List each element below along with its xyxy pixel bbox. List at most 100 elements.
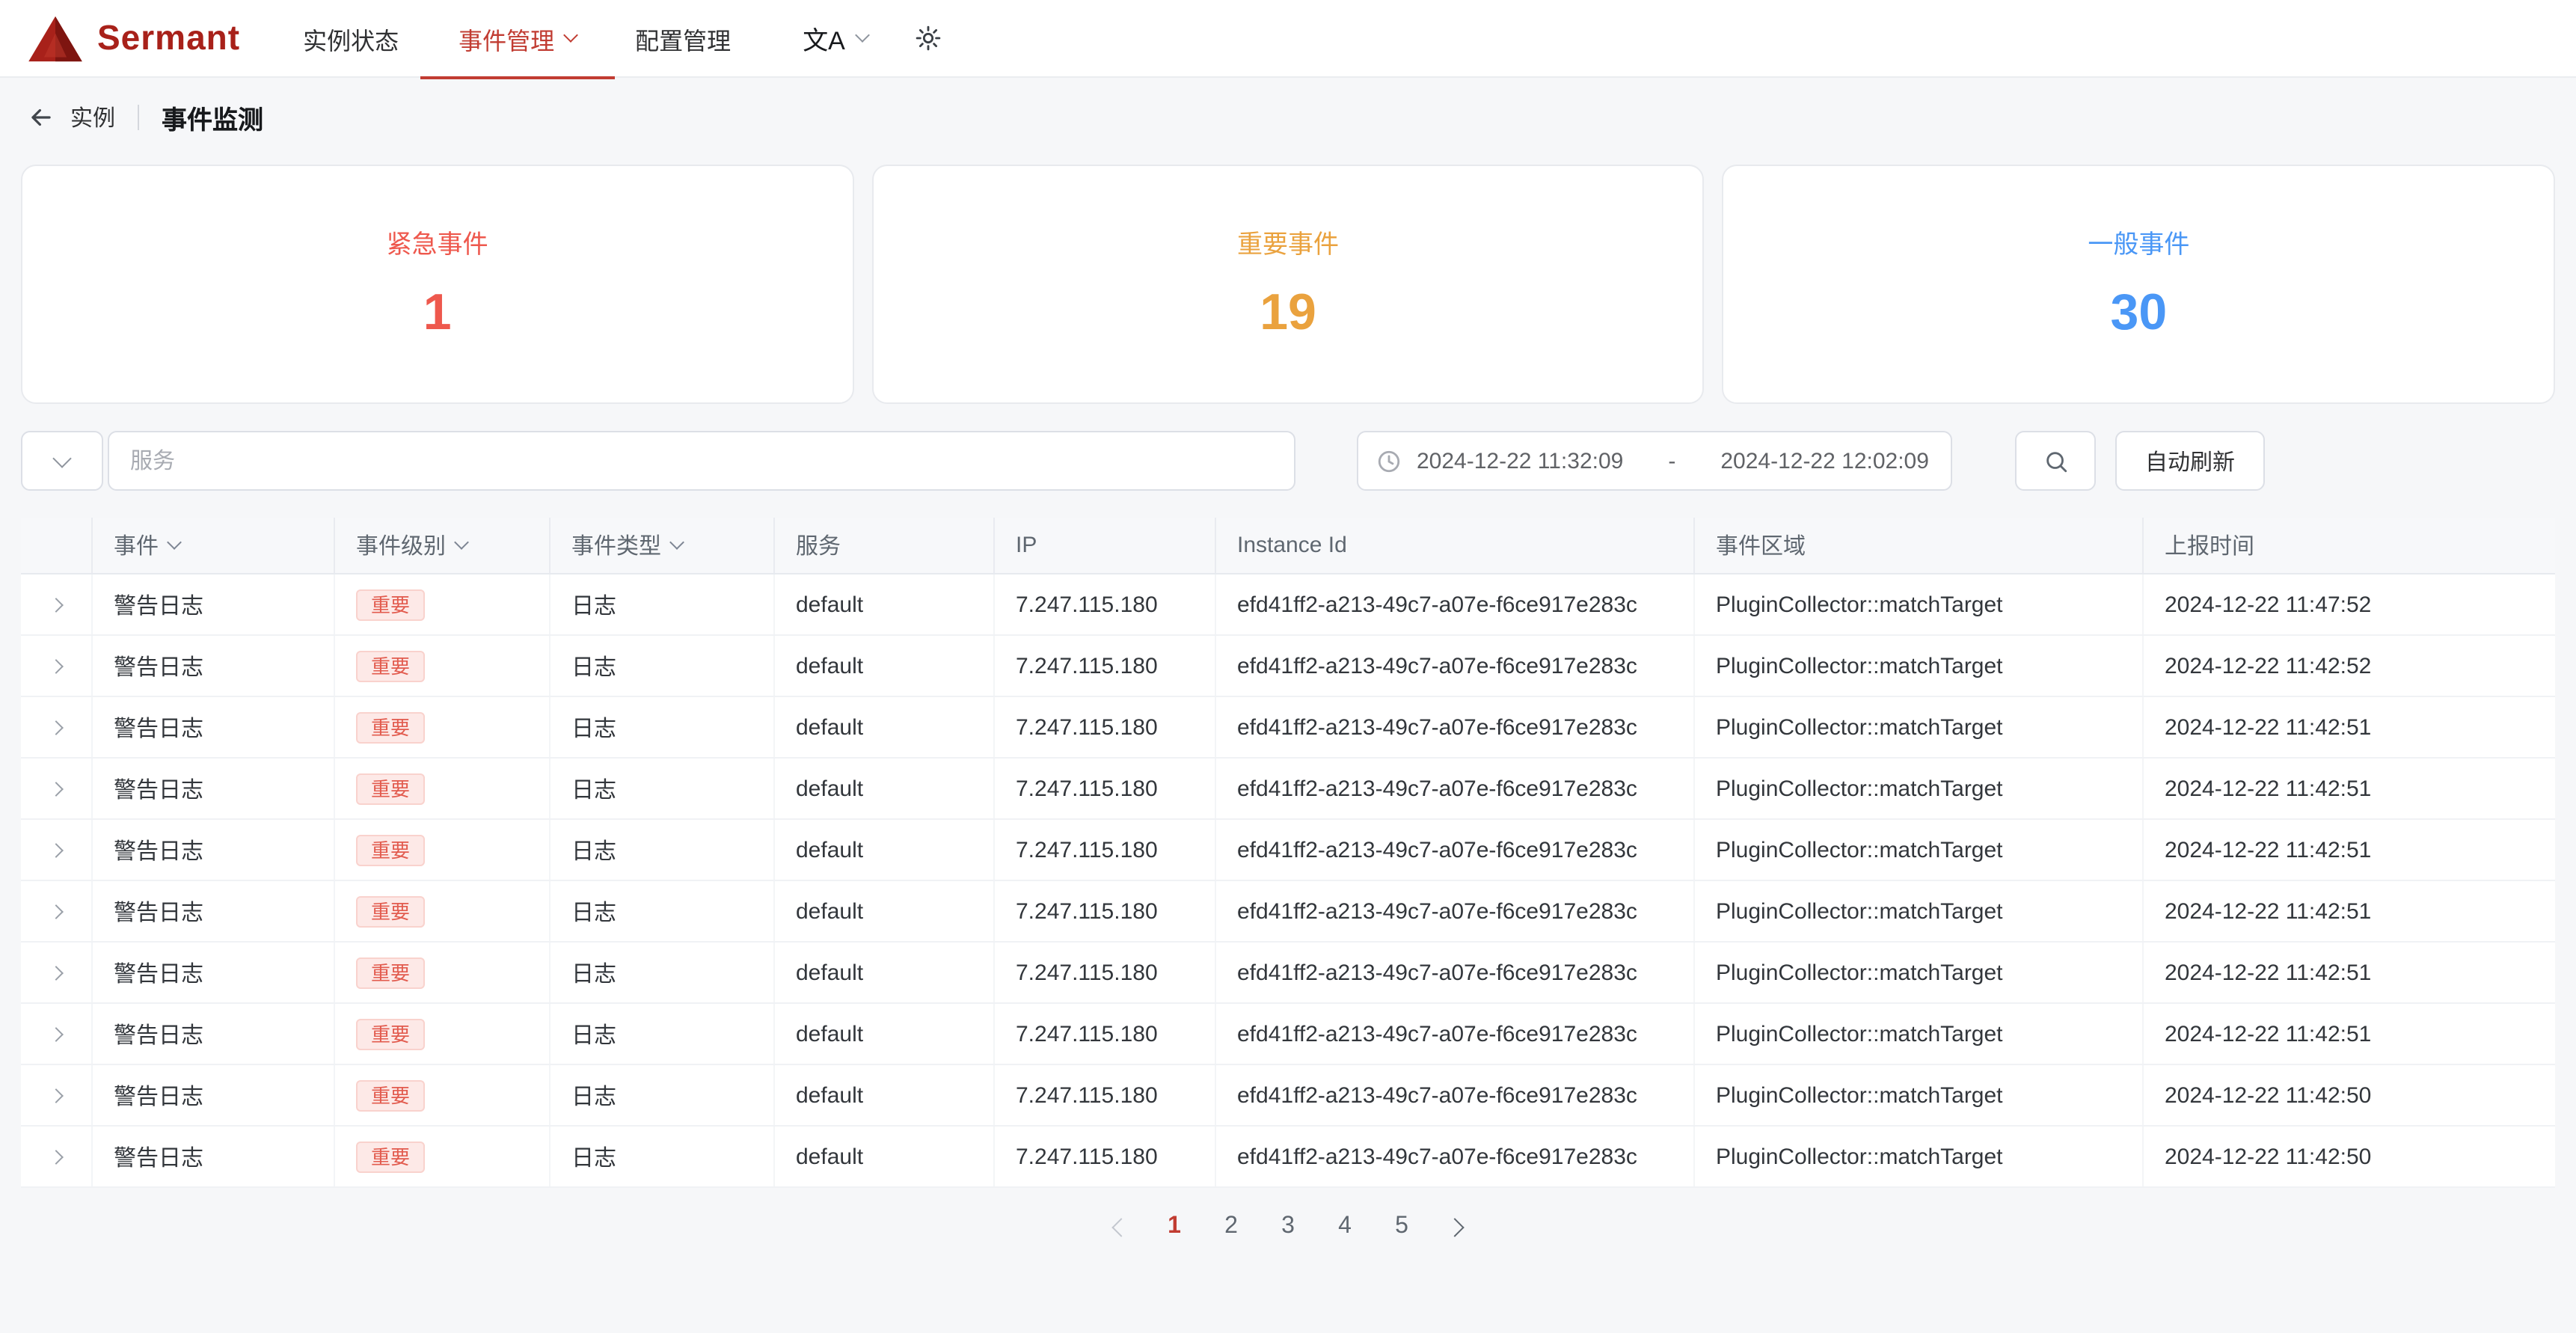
nav-item-config-management[interactable]: 配置管理	[635, 0, 731, 77]
column-header-report-time: 上报时间	[2144, 518, 2555, 573]
table-row: 警告日志 重要 日志 default 7.247.115.180 efd41ff…	[21, 574, 2555, 636]
column-header-level[interactable]: 事件级别	[335, 518, 551, 573]
page-button-5[interactable]: 5	[1391, 1213, 1412, 1240]
expand-row-icon[interactable]	[51, 599, 61, 610]
sort-icon[interactable]	[167, 535, 182, 550]
service-search-input[interactable]	[108, 431, 1295, 491]
column-header-type[interactable]: 事件类型	[551, 518, 775, 573]
expand-row-icon[interactable]	[51, 1029, 61, 1039]
pagination: 1 2 3 4 5	[0, 1203, 2576, 1251]
level-badge: 重要	[356, 650, 425, 681]
level-badge: 重要	[356, 957, 425, 988]
level-badge: 重要	[356, 895, 425, 927]
level-badge: 重要	[356, 773, 425, 804]
time-cell: 2024-12-22 11:42:51	[2144, 881, 2555, 941]
event-cell: 警告日志	[93, 943, 335, 1002]
level-cell: 重要	[335, 943, 551, 1002]
expand-cell	[21, 1065, 93, 1125]
instance-id-cell: efd41ff2-a213-49c7-a07e-f6ce917e283c	[1216, 759, 1695, 818]
column-label: 事件类型	[571, 530, 661, 561]
expand-row-icon[interactable]	[51, 906, 61, 916]
service-cell: default	[775, 943, 995, 1002]
column-label: IP	[1016, 533, 1037, 558]
level-badge: 重要	[356, 1079, 425, 1111]
table-row: 警告日志 重要 日志 default 7.247.115.180 efd41ff…	[21, 697, 2555, 759]
date-range-picker[interactable]: 2024-12-22 11:32:09 - 2024-12-22 12:02:0…	[1357, 431, 1952, 491]
table-body: 警告日志 重要 日志 default 7.247.115.180 efd41ff…	[21, 574, 2555, 1188]
type-cell: 日志	[551, 1004, 775, 1064]
expand-cell	[21, 1127, 93, 1186]
service-cell: default	[775, 574, 995, 634]
type-cell: 日志	[551, 820, 775, 880]
page-button-3[interactable]: 3	[1278, 1213, 1298, 1240]
filter-bar: 2024-12-22 11:32:09 - 2024-12-22 12:02:0…	[21, 431, 2555, 491]
nav-item-event-management[interactable]: 事件管理	[459, 0, 575, 77]
stat-label: 一般事件	[1724, 223, 2554, 260]
back-button[interactable]	[27, 102, 55, 131]
type-cell: 日志	[551, 636, 775, 696]
expand-row-icon[interactable]	[51, 967, 61, 978]
sermant-logo[interactable]: Sermant	[27, 14, 240, 62]
ip-cell: 7.247.115.180	[995, 759, 1216, 818]
ip-cell: 7.247.115.180	[995, 636, 1216, 696]
column-header-event[interactable]: 事件	[93, 518, 335, 573]
page-button-1[interactable]: 1	[1164, 1213, 1185, 1240]
service-cell: default	[775, 1004, 995, 1064]
level-cell: 重要	[335, 759, 551, 818]
scope-cell: PluginCollector::matchTarget	[1695, 943, 2144, 1002]
stat-label: 紧急事件	[22, 223, 852, 260]
stat-cards: 紧急事件 1 重要事件 19 一般事件 30	[0, 156, 2576, 404]
auto-refresh-button[interactable]: 自动刷新	[2115, 431, 2265, 491]
sort-icon[interactable]	[669, 535, 684, 550]
table-row: 警告日志 重要 日志 default 7.247.115.180 efd41ff…	[21, 881, 2555, 943]
ip-cell: 7.247.115.180	[995, 697, 1216, 757]
chevron-down-icon	[52, 448, 71, 467]
ip-cell: 7.247.115.180	[995, 943, 1216, 1002]
level-badge: 重要	[356, 1141, 425, 1172]
expand-cell	[21, 697, 93, 757]
expand-row-icon[interactable]	[51, 1090, 61, 1100]
type-cell: 日志	[551, 943, 775, 1002]
expand-row-icon[interactable]	[51, 661, 61, 671]
language-selector[interactable]: 文A	[803, 0, 868, 77]
level-badge: 重要	[356, 1018, 425, 1049]
expand-row-icon[interactable]	[51, 1151, 61, 1162]
level-cell: 重要	[335, 1065, 551, 1125]
expand-row-icon[interactable]	[51, 722, 61, 732]
page-title: 事件监测	[162, 98, 263, 135]
pagination-pages: 1 2 3 4 5	[1164, 1213, 1412, 1240]
search-button[interactable]	[2015, 431, 2096, 491]
top-navbar: Sermant 实例状态 事件管理 配置管理 文A	[0, 0, 2576, 78]
brand-name: Sermant	[97, 18, 240, 58]
page-button-2[interactable]: 2	[1221, 1213, 1242, 1240]
expand-row-icon[interactable]	[51, 845, 61, 855]
expand-cell	[21, 759, 93, 818]
chevron-right-icon	[1445, 1217, 1464, 1236]
theme-toggle-button[interactable]	[916, 25, 941, 51]
stat-label: 重要事件	[873, 223, 1702, 260]
stat-card-general: 一般事件 30	[1723, 165, 2555, 404]
nav-item-instance-status[interactable]: 实例状态	[303, 0, 399, 77]
ip-cell: 7.247.115.180	[995, 820, 1216, 880]
sun-icon	[916, 25, 941, 51]
time-cell: 2024-12-22 11:42:52	[2144, 636, 2555, 696]
date-separator: -	[1668, 448, 1675, 474]
expand-cell	[21, 943, 93, 1002]
pagination-prev[interactable]	[1114, 1220, 1128, 1234]
expand-row-icon[interactable]	[51, 783, 61, 794]
back-arrow-icon	[27, 102, 55, 131]
clock-icon	[1376, 448, 1402, 474]
nav-item-label: 事件管理	[459, 20, 554, 56]
service-type-select[interactable]	[21, 431, 103, 491]
instance-id-cell: efd41ff2-a213-49c7-a07e-f6ce917e283c	[1216, 574, 1695, 634]
time-cell: 2024-12-22 11:42:51	[2144, 820, 2555, 880]
time-cell: 2024-12-22 11:42:50	[2144, 1065, 2555, 1125]
breadcrumb-instances[interactable]: 实例	[70, 101, 115, 132]
scope-cell: PluginCollector::matchTarget	[1695, 574, 2144, 634]
event-cell: 警告日志	[93, 1004, 335, 1064]
type-cell: 日志	[551, 759, 775, 818]
sort-icon[interactable]	[454, 535, 469, 550]
expand-cell	[21, 636, 93, 696]
page-button-4[interactable]: 4	[1334, 1213, 1355, 1240]
pagination-next[interactable]	[1448, 1220, 1462, 1234]
